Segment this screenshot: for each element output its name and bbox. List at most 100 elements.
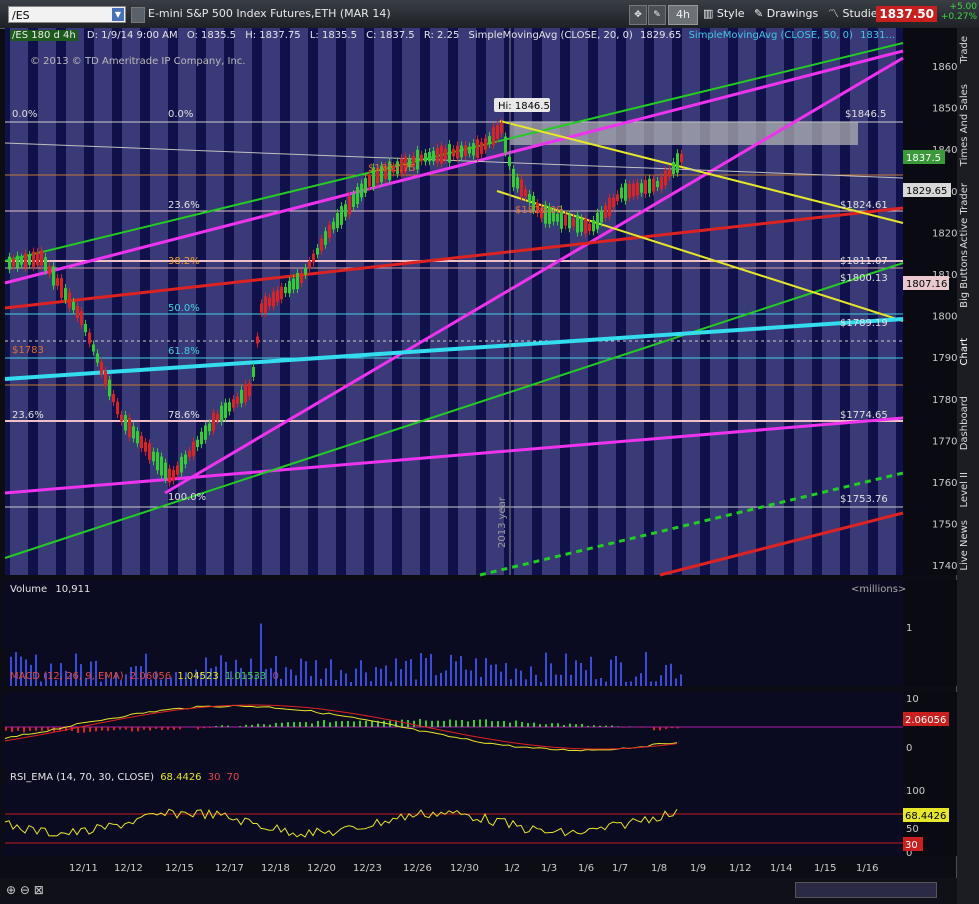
sidebar-tab-level-ii[interactable]: Level II <box>959 472 977 507</box>
macd-histogram-bar <box>125 727 127 730</box>
price-tag-1811: $1811.07 <box>840 256 888 267</box>
macd-histogram-bar <box>209 727 211 728</box>
candle-body <box>660 176 663 190</box>
candle-body <box>608 197 611 217</box>
candle-body <box>160 456 163 476</box>
macd-histogram-bar <box>473 719 475 727</box>
x-axis-label: 1/7 <box>612 863 628 874</box>
rsi-header: RSI_EMA (14, 70, 30, CLOSE) 68.4426 30 7… <box>10 772 239 783</box>
candle-body <box>596 212 599 230</box>
sidebar-tab-chart[interactable]: Chart <box>959 338 977 365</box>
macd-histogram-bar <box>299 722 301 727</box>
volume-bar <box>670 663 672 686</box>
macd-histogram-bar <box>257 723 259 727</box>
volume-bar <box>415 679 417 686</box>
candle-body <box>236 396 239 404</box>
style-button[interactable]: ▥ Style <box>703 5 745 23</box>
macd-histogram-bar <box>239 726 241 727</box>
candle-body <box>624 183 627 201</box>
timeframe-button[interactable]: 4h <box>668 5 698 25</box>
sidebar-tab-active-trader[interactable]: Active Trader <box>959 183 977 249</box>
candle-body <box>168 468 171 483</box>
macd-histogram-bar <box>215 726 217 727</box>
volume-bar <box>610 659 612 686</box>
x-axis-label: 1/16 <box>856 863 878 874</box>
volume-bar <box>305 661 307 686</box>
volume-bar <box>645 652 647 686</box>
macd-histogram-bar <box>503 720 505 727</box>
candle-body <box>100 361 103 375</box>
candle-body <box>416 149 419 170</box>
horizontal-scrollbar[interactable] <box>795 882 937 898</box>
candle-body <box>116 401 119 415</box>
candle-body <box>336 212 339 229</box>
sidebar-tab-times-and-sales[interactable]: Times And Sales <box>959 84 977 166</box>
candle-body <box>172 470 175 481</box>
fib-pct-618: 61.8% <box>168 346 200 357</box>
candle-body <box>204 425 207 440</box>
volume-bar <box>520 670 522 686</box>
macd-histogram-bar <box>143 727 145 730</box>
volume-bar <box>675 678 677 686</box>
macd-histogram-bar <box>455 720 457 727</box>
candle-body <box>672 161 675 175</box>
volume-header: Volume 10,911 <box>10 584 90 595</box>
volume-bar <box>370 681 372 686</box>
zoom-tool-icon[interactable]: ⊕ ⊖ ⊠ <box>6 883 44 897</box>
volume-bar <box>325 668 327 686</box>
candle-body <box>340 206 343 225</box>
header-range: R: 2.25 <box>423 30 460 41</box>
sidebar-tab-big-buttons[interactable]: Big Buttons <box>959 250 977 308</box>
macd-histogram-bar <box>569 723 571 727</box>
macd-histogram-bar <box>653 727 655 731</box>
sidebar-tab-dashboard[interactable]: Dashboard <box>959 396 977 450</box>
candle-body <box>508 156 511 166</box>
candle-body <box>308 261 311 269</box>
candle-body <box>136 431 139 444</box>
volume-bar <box>505 663 507 686</box>
chevron-down-icon[interactable]: ▼ <box>112 8 124 21</box>
chart-area[interactable]: 1860185018401830182018101800179017801770… <box>0 28 957 878</box>
macd-histogram-bar <box>611 725 613 727</box>
studies-button[interactable]: 〽 Studies <box>828 5 883 23</box>
volume-bar <box>420 653 422 686</box>
drawings-button[interactable]: ✎ Drawings <box>754 5 818 23</box>
candle-body <box>24 253 27 268</box>
candle-body <box>176 465 179 475</box>
volume-bar <box>570 674 572 686</box>
macd-histogram-bar <box>293 722 295 727</box>
fib-pct-786: 78.6% <box>168 410 200 421</box>
macd-histogram-bar <box>515 720 517 727</box>
candle-body <box>568 214 571 229</box>
pencil-icon: ✎ <box>754 7 767 20</box>
macd-histogram-bar <box>11 727 13 732</box>
fib-pct-236: 23.6% <box>168 200 200 211</box>
high-label: Hi: 1846.5 <box>498 101 550 112</box>
candle-body <box>448 144 451 163</box>
header-sma20: SimpleMovingAvg (CLOSE, 20, 0) <box>468 30 633 41</box>
instrument-title: E-mini S&P 500 Index Futures,ETH (MAR 14… <box>148 7 391 20</box>
symbol-input[interactable]: /ES ▼ <box>8 6 126 23</box>
macd-histogram-bar <box>467 721 469 727</box>
volume-bar <box>450 654 452 686</box>
candle-body <box>468 146 471 154</box>
sidebar-tab-trade[interactable]: Trade <box>959 36 977 63</box>
candle-body <box>528 194 531 202</box>
volume-bar <box>680 674 682 686</box>
macd-histogram-bar <box>251 724 253 727</box>
volume-bar <box>375 667 377 686</box>
fib-pct-0-mid: 0.0% <box>168 109 193 120</box>
candle-body <box>40 250 43 266</box>
macd-histogram-bar <box>557 723 559 727</box>
sidebar-tab-live-news[interactable]: Live News <box>959 520 977 571</box>
symbol-menu-icon[interactable] <box>131 7 145 23</box>
macd-axis-10: 10 <box>906 694 919 705</box>
candle-body <box>256 336 259 344</box>
drawing-tool-icon[interactable]: ✎ <box>648 5 666 25</box>
candle-body <box>264 296 267 314</box>
header-symbol: /ES 180 d 4h <box>10 30 78 41</box>
candle-body <box>108 379 111 397</box>
y-axis-label: 1790 <box>932 353 957 364</box>
x-axis-label: 1/6 <box>578 863 594 874</box>
crosshair-icon[interactable]: ✥ <box>629 5 647 25</box>
